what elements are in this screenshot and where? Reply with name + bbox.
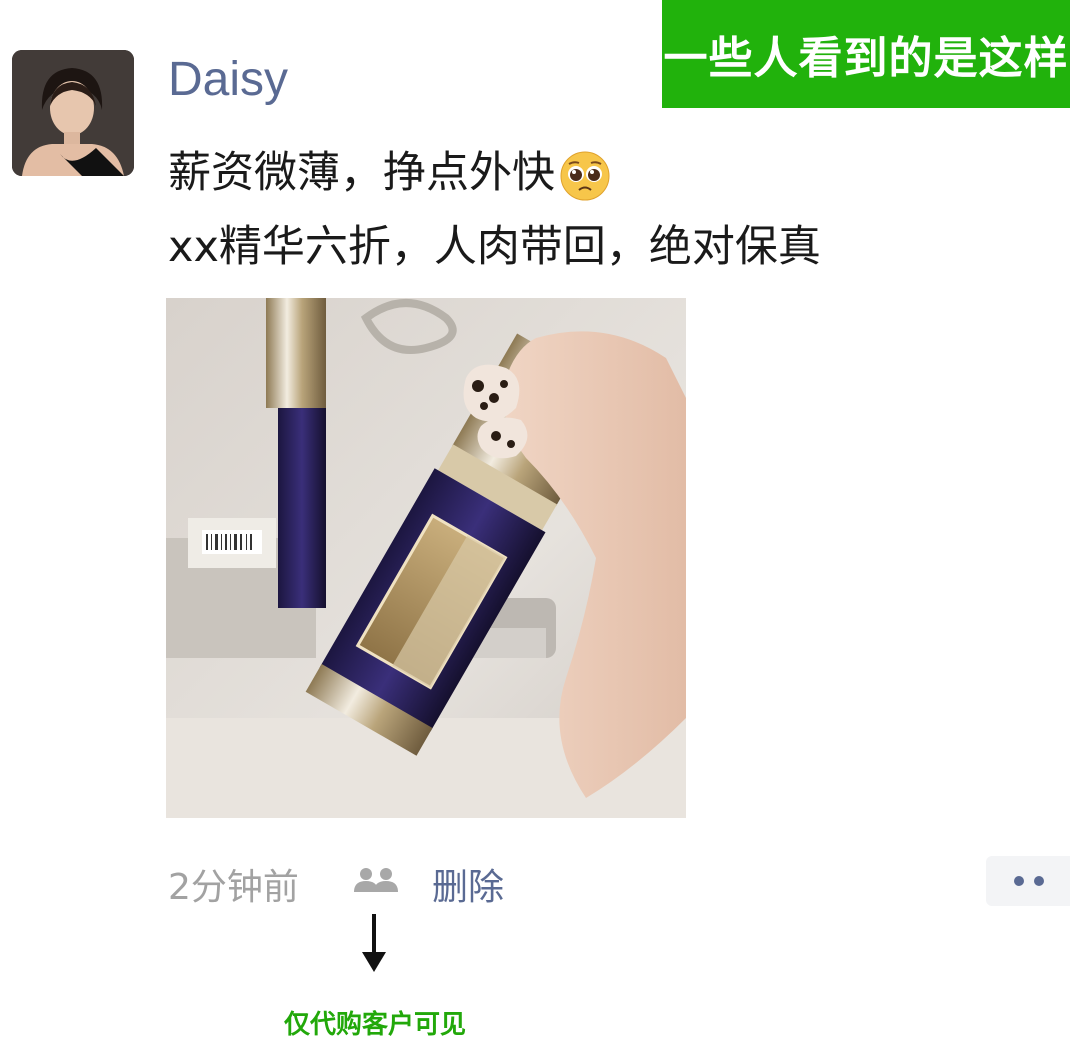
avatar-photo: [12, 50, 134, 176]
post-photo[interactable]: [166, 298, 686, 818]
more-dots-icon: [1034, 876, 1044, 886]
post-text-1: 薪资微薄，挣点外快: [168, 148, 555, 198]
people-icon[interactable]: [352, 866, 400, 894]
post-photo-image: [166, 298, 686, 818]
more-dots-icon: [1014, 876, 1024, 886]
more-button[interactable]: [986, 856, 1070, 906]
post-time: 2分钟前: [168, 867, 299, 908]
arrow-down-icon: [362, 914, 386, 972]
visibility-caption: 仅代购客户可见: [283, 1010, 466, 1040]
author-name[interactable]: Daisy: [168, 52, 288, 107]
avatar[interactable]: [12, 50, 134, 176]
header-banner: 一些人看到的是这样: [662, 0, 1070, 108]
pleading-face-icon: [560, 151, 610, 200]
post-text-line-2: xx精华六折，人肉带回，绝对保真: [168, 222, 821, 272]
delete-button[interactable]: 删除: [432, 858, 504, 910]
banner-text: 一些人看到的是这样: [663, 33, 1069, 84]
post-text-line-1: 薪资微薄，挣点外快: [168, 138, 611, 202]
